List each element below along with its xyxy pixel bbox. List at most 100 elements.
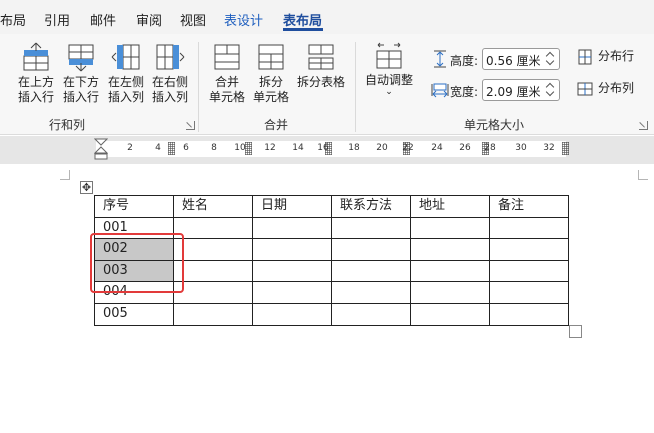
ruler-tick: 6 [183, 143, 189, 153]
rows-cols-dialog-launcher[interactable] [186, 121, 195, 130]
column-width-value: 2.09 厘米 [486, 85, 541, 99]
group-separator [355, 42, 356, 132]
insert-left-button[interactable]: 在左侧 插入列 [104, 42, 148, 105]
ruler-tick: 10 [234, 143, 246, 153]
insert-below-button[interactable]: 在下方 插入行 [59, 42, 103, 105]
merge-cells-button[interactable]: 合并 单元格 [205, 42, 249, 105]
tab-table-design[interactable]: 表设计 [224, 10, 263, 29]
table-resize-handle[interactable] [569, 325, 582, 338]
tab-review[interactable]: 审阅 [136, 10, 162, 29]
merge-cells-label: 合并 单元格 [208, 75, 245, 104]
tab-layout[interactable]: 布局 [0, 10, 26, 29]
column-width-spinner[interactable] [545, 81, 556, 99]
row-height-field: 高度: 0.56 厘米 [430, 48, 565, 70]
table-header-cell[interactable]: 联系方法 [331, 195, 411, 218]
row-height-value: 0.56 厘米 [486, 54, 541, 68]
table-cell[interactable] [410, 259, 490, 283]
table-cell[interactable] [173, 238, 253, 261]
table-cell[interactable] [489, 281, 569, 304]
split-table-button[interactable]: 拆分表格 [294, 42, 348, 90]
table-header-cell[interactable]: 序号 [94, 195, 174, 218]
table-cell[interactable] [489, 238, 569, 261]
table-cell[interactable] [410, 281, 490, 304]
ruler-tick: 20 [376, 143, 388, 153]
column-width-field: 宽度: 2.09 厘米 [430, 79, 565, 101]
table-cell[interactable] [489, 216, 569, 240]
tab-view[interactable]: 视图 [180, 10, 206, 29]
margin-corner-mark [638, 170, 648, 180]
split-cells-icon [258, 44, 284, 70]
row-height-input[interactable]: 0.56 厘米 [482, 48, 560, 70]
ruler-tick: 4 [155, 143, 161, 153]
table-cell[interactable] [173, 302, 253, 326]
table-header-cell[interactable]: 备注 [489, 195, 569, 218]
table-cell[interactable] [410, 216, 490, 240]
column-width-icon [431, 83, 449, 98]
table-row: 005 [94, 302, 569, 326]
group-separator [198, 42, 199, 132]
ruler-tick: 30 [515, 143, 527, 153]
column-width-input[interactable]: 2.09 厘米 [482, 79, 560, 101]
distribute-columns-icon [577, 82, 593, 96]
table-cell[interactable] [252, 238, 332, 261]
table-header-cell[interactable]: 日期 [252, 195, 332, 218]
table-cell[interactable] [252, 259, 332, 283]
table-cell[interactable] [331, 302, 411, 326]
chevron-down-icon: ⌄ [385, 87, 393, 97]
ruler-tick: 24 [431, 143, 443, 153]
tab-references[interactable]: 引用 [44, 10, 70, 29]
insert-right-label: 在右侧 插入列 [151, 75, 188, 104]
tab-mailings[interactable]: 邮件 [90, 10, 116, 29]
distribute-cols-button[interactable]: 分布列 [577, 81, 647, 96]
margin-corner-mark [60, 170, 70, 180]
table-move-handle[interactable]: ✥ [80, 181, 93, 194]
table-cell[interactable] [489, 259, 569, 283]
indent-marker-icon[interactable] [94, 138, 108, 162]
column-marker[interactable] [168, 142, 175, 155]
table-cell[interactable] [331, 238, 411, 261]
column-marker[interactable] [562, 142, 569, 155]
distribute-rows-button[interactable]: 分布行 [577, 49, 647, 65]
column-marker[interactable] [245, 142, 252, 155]
insert-above-label: 在上方 插入行 [17, 75, 54, 104]
table-cell[interactable] [331, 216, 411, 240]
table-cell[interactable] [489, 302, 569, 326]
table-header-cell[interactable]: 姓名 [173, 195, 253, 218]
split-cells-button[interactable]: 拆分 单元格 [249, 42, 293, 105]
row-height-spinner[interactable] [545, 50, 556, 68]
table-cell[interactable] [410, 302, 490, 326]
table-cell[interactable] [173, 281, 253, 304]
table-cell[interactable] [252, 216, 332, 240]
tab-table-layout[interactable]: 表布局 [283, 10, 322, 29]
insert-row-above-icon [23, 42, 49, 71]
split-table-label: 拆分表格 [296, 75, 345, 89]
ruler-tick: 26 [459, 143, 471, 153]
insert-column-right-icon [156, 44, 185, 70]
insert-right-button[interactable]: 在右侧 插入列 [148, 42, 192, 105]
ruler-tick: 32 [543, 143, 555, 153]
table-cell[interactable] [173, 259, 253, 283]
ruler-tick: 12 [264, 143, 276, 153]
autofit-button[interactable]: 自动调整 ⌄ [362, 40, 416, 97]
merge-cells-icon [214, 44, 240, 70]
table-cell[interactable] [331, 281, 411, 304]
table-cell[interactable] [410, 238, 490, 261]
insert-above-button[interactable]: 在上方 插入行 [14, 42, 58, 105]
table-cell[interactable] [331, 259, 411, 283]
table-cell[interactable]: 005 [94, 302, 174, 326]
insert-left-label: 在左侧 插入列 [107, 75, 144, 104]
row-height-label: 高度: [450, 54, 479, 68]
ruler-tick: 2 [127, 143, 133, 153]
cell-size-dialog-launcher[interactable] [639, 121, 648, 130]
distribute-rows-icon [578, 49, 592, 65]
table-header-cell[interactable]: 地址 [410, 195, 490, 218]
ruler-tick: 22 [402, 143, 414, 153]
distribute-cols-label: 分布列 [598, 81, 635, 95]
insert-row-below-icon [68, 44, 94, 72]
active-tab-indicator [283, 28, 323, 31]
table-cell[interactable] [252, 281, 332, 304]
table-cell[interactable] [252, 302, 332, 326]
ruler-tick: 8 [211, 143, 217, 153]
table-cell[interactable] [173, 216, 253, 240]
distribute-rows-label: 分布行 [598, 49, 635, 63]
